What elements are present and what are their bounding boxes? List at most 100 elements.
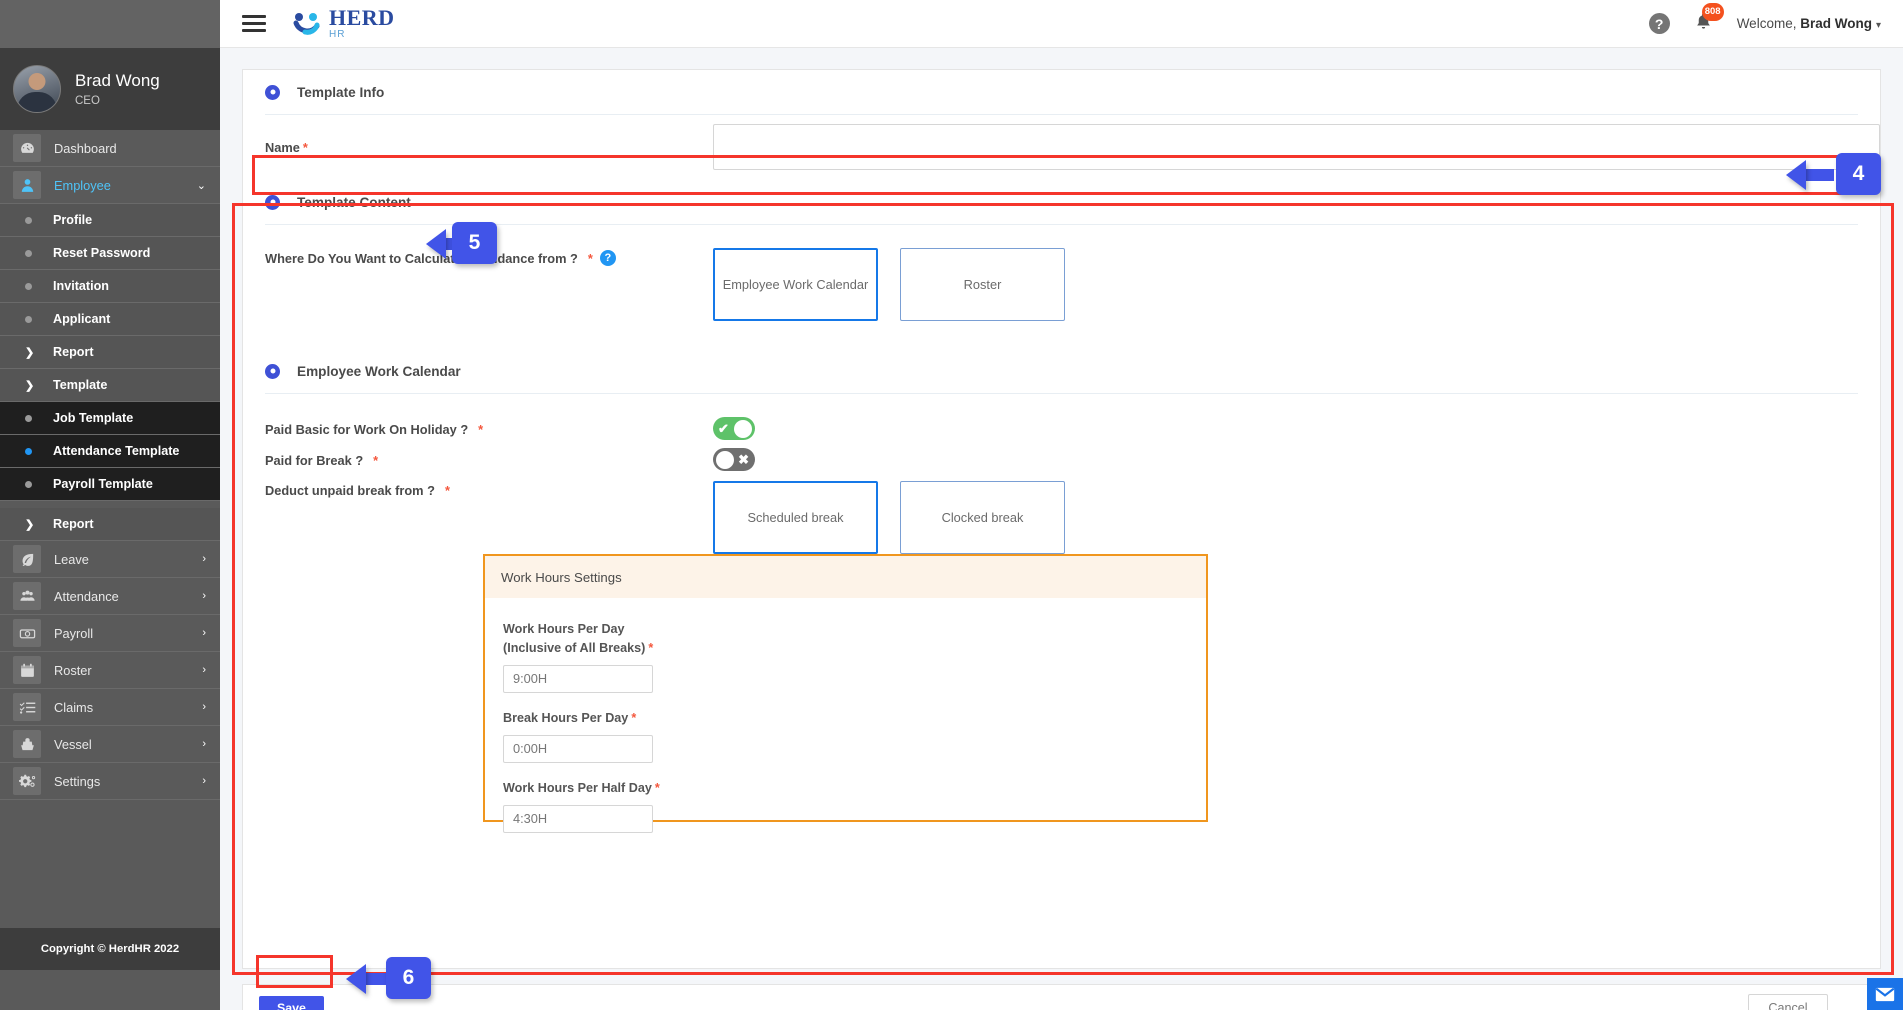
welcome-prefix: Welcome, xyxy=(1736,16,1801,31)
required-asterisk: * xyxy=(631,710,637,725)
sidebar-subitem-label: Job Template xyxy=(53,411,134,425)
chevron-right-icon: › xyxy=(202,590,206,602)
sidebar-user-role: CEO xyxy=(75,94,100,107)
sidebar-subitem-label: Payroll Template xyxy=(53,477,153,491)
user-menu[interactable]: Welcome, Brad Wong ▾ xyxy=(1737,16,1881,31)
sidebar-divider xyxy=(0,501,220,508)
question-circle-icon[interactable]: ? xyxy=(599,250,616,266)
chevron-down-icon: ❯ xyxy=(25,379,35,392)
sidebar-item-reset-password[interactable]: Reset Password xyxy=(0,237,220,270)
paid-holiday-label-wrap: Paid Basic for Work On Holiday ? * xyxy=(265,420,713,437)
sidebar-item-vessel[interactable]: Vessel › xyxy=(0,726,220,763)
notification-badge: 808 xyxy=(1701,2,1724,21)
chevron-right-icon: › xyxy=(202,738,206,750)
sidebar-user-name: Brad Wong xyxy=(75,71,160,91)
header-user-name: Brad Wong xyxy=(1800,16,1872,31)
sidebar-item-dashboard[interactable]: Dashboard xyxy=(0,130,220,167)
sidebar-item-label: Claims xyxy=(54,699,94,715)
sidebar-item-employee-report[interactable]: ❯ Report xyxy=(0,336,220,369)
sidebar-subitem-label: Attendance Template xyxy=(53,444,180,458)
chevron-down-icon: ⌄ xyxy=(196,179,206,192)
paid-holiday-label: Paid Basic for Work On Holiday ? xyxy=(265,422,469,437)
break-hours-per-day-input[interactable] xyxy=(503,734,653,763)
sidebar-item-job-template[interactable]: Job Template xyxy=(0,402,220,435)
sidebar-item-invitation[interactable]: Invitation xyxy=(0,270,220,303)
sidebar-item-employee[interactable]: Employee ⌄ xyxy=(0,167,220,204)
divider xyxy=(265,114,1858,115)
name-field-label-wrap: Name * xyxy=(243,124,713,170)
work-hours-settings-body: Work Hours Per Day (Inclusive of All Bre… xyxy=(485,598,1206,849)
option-label: Clocked break xyxy=(941,510,1024,525)
bullet-dot-icon xyxy=(25,216,32,224)
mail-fab-button[interactable] xyxy=(1867,978,1903,1010)
paid-break-toggle[interactable]: ✖ xyxy=(713,448,755,471)
section-template-info: Template Info xyxy=(243,70,1880,114)
label-line-1: Work Hours Per Day xyxy=(503,622,625,636)
sidebar-item-roster[interactable]: Roster › xyxy=(0,652,220,689)
divider xyxy=(265,393,1858,394)
save-button[interactable]: Save xyxy=(259,995,324,1010)
option-clocked-break[interactable]: Clocked break xyxy=(900,481,1065,554)
callout-5-arrow xyxy=(426,229,446,259)
callout-4-arrow xyxy=(1786,160,1806,190)
sidebar-subitem-label: Report xyxy=(53,517,94,531)
toggle-knob xyxy=(716,450,734,469)
name-field-row: Name * xyxy=(243,124,1880,170)
people-group-icon xyxy=(13,582,41,610)
option-roster[interactable]: Roster xyxy=(900,248,1065,321)
sidebar-item-label: Leave xyxy=(54,551,89,567)
sidebar-item-settings[interactable]: Settings › xyxy=(0,763,220,800)
sidebar-subitem-label: Applicant xyxy=(53,312,111,326)
sidebar-item-applicant[interactable]: Applicant xyxy=(0,303,220,336)
option-employee-work-calendar[interactable]: Employee Work Calendar xyxy=(713,248,878,321)
sidebar-item-attendance-template[interactable]: Attendance Template xyxy=(0,435,220,468)
cross-icon: ✖ xyxy=(738,451,749,467)
option-label: Roster xyxy=(963,277,1002,292)
calendar-icon xyxy=(13,656,41,684)
deduct-break-label: Deduct unpaid break from ? xyxy=(265,483,435,498)
chevron-down-icon: ▾ xyxy=(1875,20,1881,31)
work-hours-per-half-day-field: Work Hours Per Half Day * xyxy=(503,779,1206,849)
section-bullet-icon xyxy=(265,84,280,100)
name-input[interactable] xyxy=(713,124,1880,170)
option-scheduled-break[interactable]: Scheduled break xyxy=(713,481,878,554)
gears-icon xyxy=(13,767,41,795)
top-header: HERD HR ? 808 Welcome, Brad Wong ▾ xyxy=(220,0,1903,48)
paid-holiday-toggle[interactable]: ✔ xyxy=(713,417,755,440)
sidebar-copyright: Copyright © HerdHR 2022 xyxy=(0,928,220,970)
callout-step-6: 6 xyxy=(386,957,431,999)
chevron-right-icon: ❯ xyxy=(25,518,35,531)
form-action-bar: Save Cancel xyxy=(242,984,1881,1010)
cancel-button[interactable]: Cancel xyxy=(1748,994,1828,1010)
work-hours-per-half-day-input[interactable] xyxy=(503,804,653,833)
notifications-button[interactable]: 808 xyxy=(1694,2,1724,37)
sidebar-item-template[interactable]: ❯ Template xyxy=(0,369,220,402)
sidebar-item-payroll[interactable]: Payroll › xyxy=(0,615,220,652)
paid-break-row: Paid for Break ? * ✖ xyxy=(243,448,1880,471)
sidebar-item-label: Roster xyxy=(54,662,92,678)
callout-4-stem xyxy=(1806,169,1834,181)
help-icon[interactable]: ? xyxy=(1648,13,1670,34)
sidebar-item-payroll-template[interactable]: Payroll Template xyxy=(0,468,220,501)
work-hours-per-day-label: Work Hours Per Day (Inclusive of All Bre… xyxy=(503,620,1206,658)
deduct-break-label-wrap: Deduct unpaid break from ? * xyxy=(265,481,713,498)
section-bullet-icon xyxy=(265,363,280,379)
avatar xyxy=(13,65,61,113)
calculate-attendance-options: Employee Work Calendar Roster xyxy=(713,248,1065,321)
callout-6-arrow xyxy=(346,964,366,994)
sidebar-item-profile[interactable]: Profile xyxy=(0,204,220,237)
required-asterisk: * xyxy=(587,250,593,266)
chevron-right-icon: › xyxy=(202,627,206,639)
bullet-dot-icon xyxy=(25,249,32,257)
sidebar-item-leave[interactable]: Leave › xyxy=(0,541,220,578)
hamburger-icon[interactable] xyxy=(242,15,266,32)
sidebar-item-attendance[interactable]: Attendance › xyxy=(0,578,220,615)
paid-break-label: Paid for Break ? xyxy=(265,453,364,468)
sidebar-user-profile[interactable]: Brad Wong CEO xyxy=(0,48,220,130)
sidebar-item-template-report[interactable]: ❯ Report xyxy=(0,508,220,541)
sidebar-item-claims[interactable]: Claims › xyxy=(0,689,220,726)
work-hours-per-day-input[interactable] xyxy=(503,664,653,693)
label-line-1: Work Hours Per Half Day xyxy=(503,780,652,795)
callout-step-4: 4 xyxy=(1836,153,1881,195)
app-logo: HERD HR xyxy=(292,7,395,40)
